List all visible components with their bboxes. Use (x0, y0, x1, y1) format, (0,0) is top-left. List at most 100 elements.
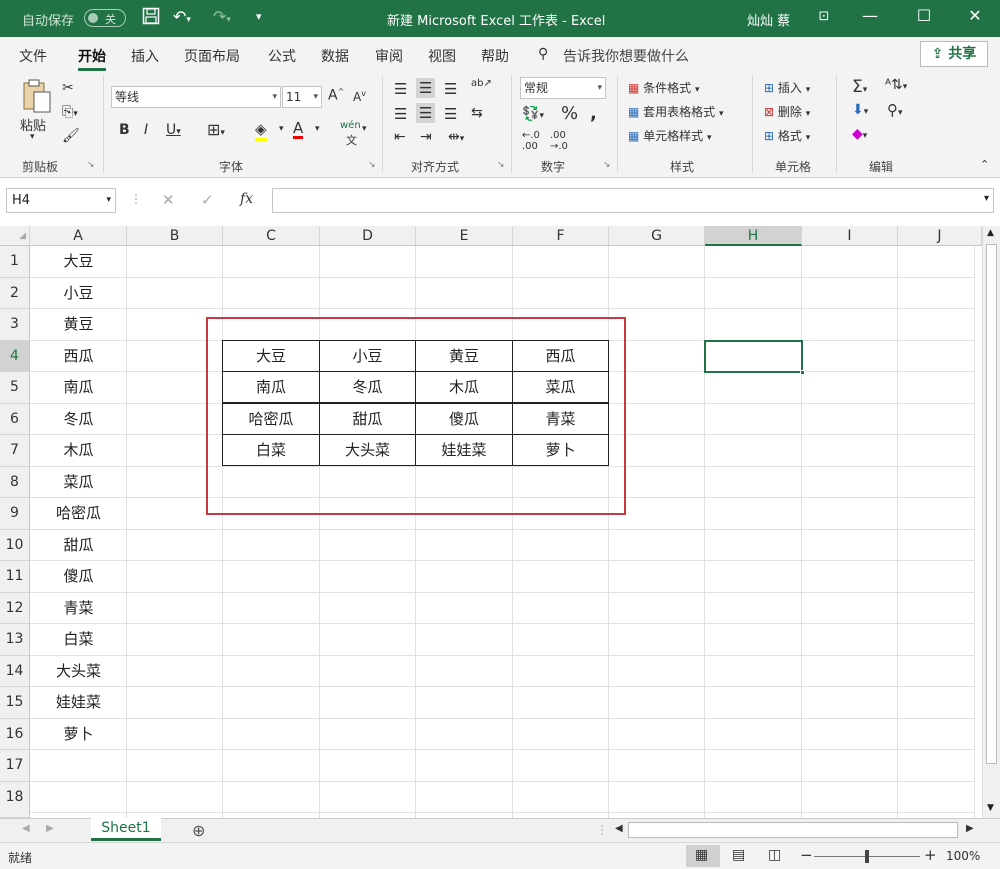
row-header[interactable]: 12 (0, 593, 30, 624)
fill-color-dropdown-icon[interactable]: ▾ (279, 124, 284, 134)
tab-page-layout[interactable]: 页面布局 (184, 46, 240, 66)
row-header-selected[interactable]: 4 (0, 341, 30, 372)
row-header[interactable]: 9 (0, 498, 30, 530)
insert-cells-button[interactable]: ⊞ 插入 ▾ (764, 79, 810, 96)
sort-filter-icon[interactable]: ᴬ⇅▾ (885, 77, 907, 93)
cell-A10[interactable]: 甜瓜 (31, 530, 126, 561)
customize-qat-icon[interactable]: ▾ (256, 10, 262, 23)
cell-A4[interactable]: 西瓜 (31, 341, 126, 372)
page-break-view-icon[interactable]: ◫ (768, 847, 781, 863)
name-box[interactable]: H4 ▾ (6, 188, 116, 213)
currency-icon[interactable]: 💱▾ (522, 106, 544, 122)
cell-styles-button[interactable]: ▦ 单元格样式 ▾ (628, 127, 712, 144)
col-header-G[interactable]: G (609, 226, 705, 246)
share-button[interactable]: ⇪ 共享 (920, 41, 988, 67)
comma-icon[interactable]: , (590, 103, 597, 124)
col-header-B[interactable]: B (127, 226, 223, 246)
number-format-combo[interactable]: 常规 ▾ (520, 77, 606, 99)
autosum-icon[interactable]: Σ▾ (852, 77, 867, 97)
horizontal-scroll-thumb[interactable] (628, 822, 958, 838)
cell-A15[interactable]: 娃娃菜 (31, 687, 126, 718)
zoom-level[interactable]: 100% (946, 849, 980, 863)
cell-A2[interactable]: 小豆 (31, 278, 126, 309)
middle-align-icon[interactable]: ☰ (416, 78, 436, 98)
minimize-icon[interactable]: — (855, 6, 885, 25)
format-painter-icon[interactable]: 🖌 (62, 128, 80, 144)
cancel-icon[interactable]: ✕ (162, 191, 175, 209)
row-header[interactable]: 7 (0, 435, 30, 467)
cell-A14[interactable]: 大头菜 (31, 656, 126, 687)
row-header[interactable]: 17 (0, 750, 30, 782)
cell-A7[interactable]: 木瓜 (31, 435, 126, 466)
tab-data[interactable]: 数据 (321, 46, 349, 66)
cell-A8[interactable]: 菜瓜 (31, 467, 126, 498)
decrease-font-icon[interactable]: Av (353, 89, 366, 104)
tab-review[interactable]: 审阅 (375, 46, 403, 66)
col-header-C[interactable]: C (223, 226, 320, 246)
font-color-icon[interactable]: A (293, 120, 304, 139)
tab-formulas[interactable]: 公式 (268, 46, 296, 66)
vertical-scrollbar[interactable]: ▲ ▼ (982, 226, 1000, 818)
col-header-I[interactable]: I (802, 226, 898, 246)
user-name[interactable]: 灿灿 蔡 (747, 10, 790, 29)
font-color-dropdown-icon[interactable]: ▾ (315, 124, 320, 134)
row-header[interactable]: 15 (0, 687, 30, 719)
decrease-decimal-icon[interactable]: .00 →.0 (550, 130, 568, 152)
tab-insert[interactable]: 插入 (131, 46, 159, 66)
clear-icon[interactable]: ◆▾ (852, 126, 867, 142)
row-header[interactable]: 6 (0, 404, 30, 435)
row-header[interactable]: 5 (0, 372, 30, 404)
prev-sheet-icon[interactable]: ◀ (22, 823, 30, 834)
row-header[interactable]: 14 (0, 656, 30, 687)
col-header-D[interactable]: D (320, 226, 416, 246)
cell-A1[interactable]: 大豆 (31, 246, 126, 277)
zoom-slider-thumb[interactable] (865, 850, 869, 863)
save-icon[interactable] (142, 7, 160, 29)
tab-help[interactable]: 帮助 (481, 46, 509, 66)
delete-cells-button[interactable]: ⊠ 删除 ▾ (764, 103, 810, 120)
scroll-left-icon[interactable]: ◀ (615, 823, 623, 834)
zoom-in-icon[interactable]: + (924, 846, 937, 864)
row-header[interactable]: 13 (0, 624, 30, 656)
cell-A11[interactable]: 傻瓜 (31, 561, 126, 592)
cell-A6[interactable]: 冬瓜 (31, 404, 126, 435)
paste-icon[interactable] (20, 78, 54, 114)
italic-icon[interactable]: I (144, 122, 148, 138)
find-select-icon[interactable]: ⚲▾ (887, 101, 903, 119)
cell-A13[interactable]: 白菜 (31, 624, 126, 655)
fill-handle[interactable] (800, 370, 805, 375)
new-sheet-icon[interactable]: ⊕ (192, 821, 205, 840)
worksheet-grid[interactable]: ◢ A B C D E F G H I J 1 2 3 4 5 6 7 8 9 … (0, 226, 1000, 818)
increase-indent-icon[interactable]: ⇥ (420, 129, 432, 145)
row-header[interactable]: 11 (0, 561, 30, 593)
lightbulb-icon[interactable]: ⚲ (538, 46, 548, 62)
row-header[interactable]: 10 (0, 530, 30, 561)
cell-A9[interactable]: 哈密瓜 (31, 498, 126, 529)
conditional-format-button[interactable]: ▦ 条件格式 ▾ (628, 79, 700, 96)
col-header-A[interactable]: A (30, 226, 127, 246)
bold-icon[interactable]: B (119, 122, 130, 138)
cell-A16[interactable]: 萝卜 (31, 719, 126, 750)
align-left-icon[interactable]: ☰ (394, 105, 407, 123)
col-header-J[interactable]: J (898, 226, 982, 246)
row-header[interactable]: 3 (0, 309, 30, 341)
font-size-combo[interactable]: 11 ▾ (282, 86, 322, 108)
align-right-icon[interactable]: ☰ (444, 105, 457, 123)
tab-view[interactable]: 视图 (428, 46, 456, 66)
font-launcher-icon[interactable]: ↘ (368, 160, 376, 170)
top-align-icon[interactable]: ☰ (394, 80, 407, 98)
cut-icon[interactable]: ✂ (62, 80, 74, 96)
fill-icon[interactable]: ⬇▾ (852, 102, 868, 118)
orientation-icon[interactable]: ab↗ (471, 78, 492, 89)
ribbon-display-icon[interactable]: ⊡ (809, 9, 839, 24)
font-name-combo[interactable]: 等线 ▾ (111, 86, 281, 108)
select-all-corner[interactable]: ◢ (0, 226, 30, 246)
phonetic-dropdown-icon[interactable]: ▾ (362, 124, 367, 134)
scroll-down-icon[interactable]: ▼ (987, 803, 994, 813)
percent-icon[interactable]: % (561, 103, 578, 124)
col-header-E[interactable]: E (416, 226, 513, 246)
enter-icon[interactable]: ✓ (201, 191, 214, 209)
formula-input[interactable]: ▾ (272, 188, 994, 213)
borders-icon[interactable]: ⊞▾ (207, 120, 225, 139)
row-header[interactable]: 18 (0, 782, 30, 818)
